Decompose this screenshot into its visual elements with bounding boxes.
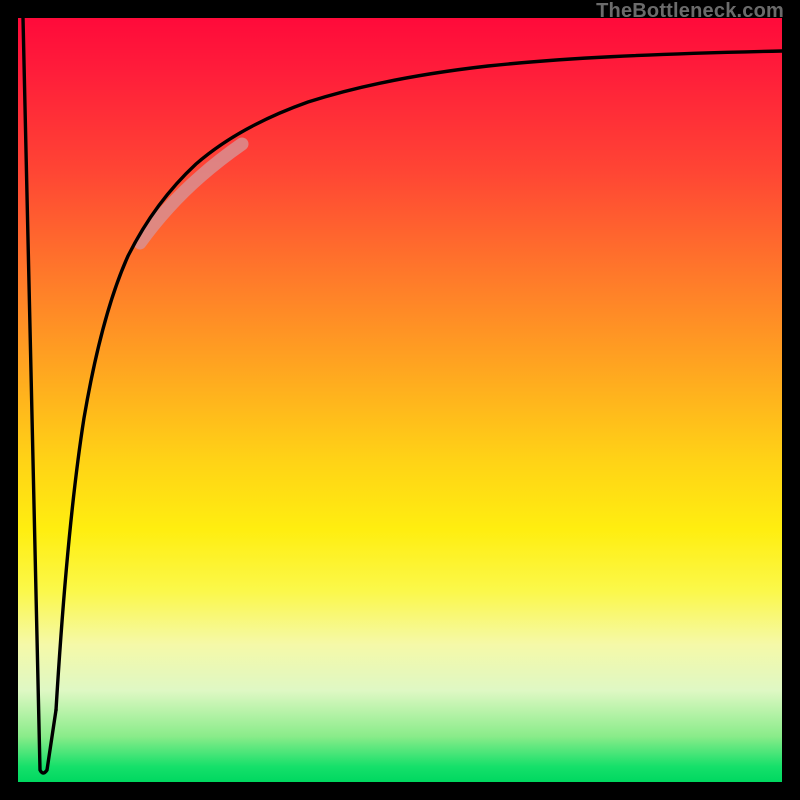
watermark-text: TheBottleneck.com bbox=[596, 0, 784, 23]
spike-line bbox=[23, 18, 56, 773]
curve-layer bbox=[18, 18, 782, 782]
main-curve bbox=[56, 51, 782, 710]
highlight-segment bbox=[140, 144, 242, 243]
chart-frame bbox=[0, 0, 800, 800]
